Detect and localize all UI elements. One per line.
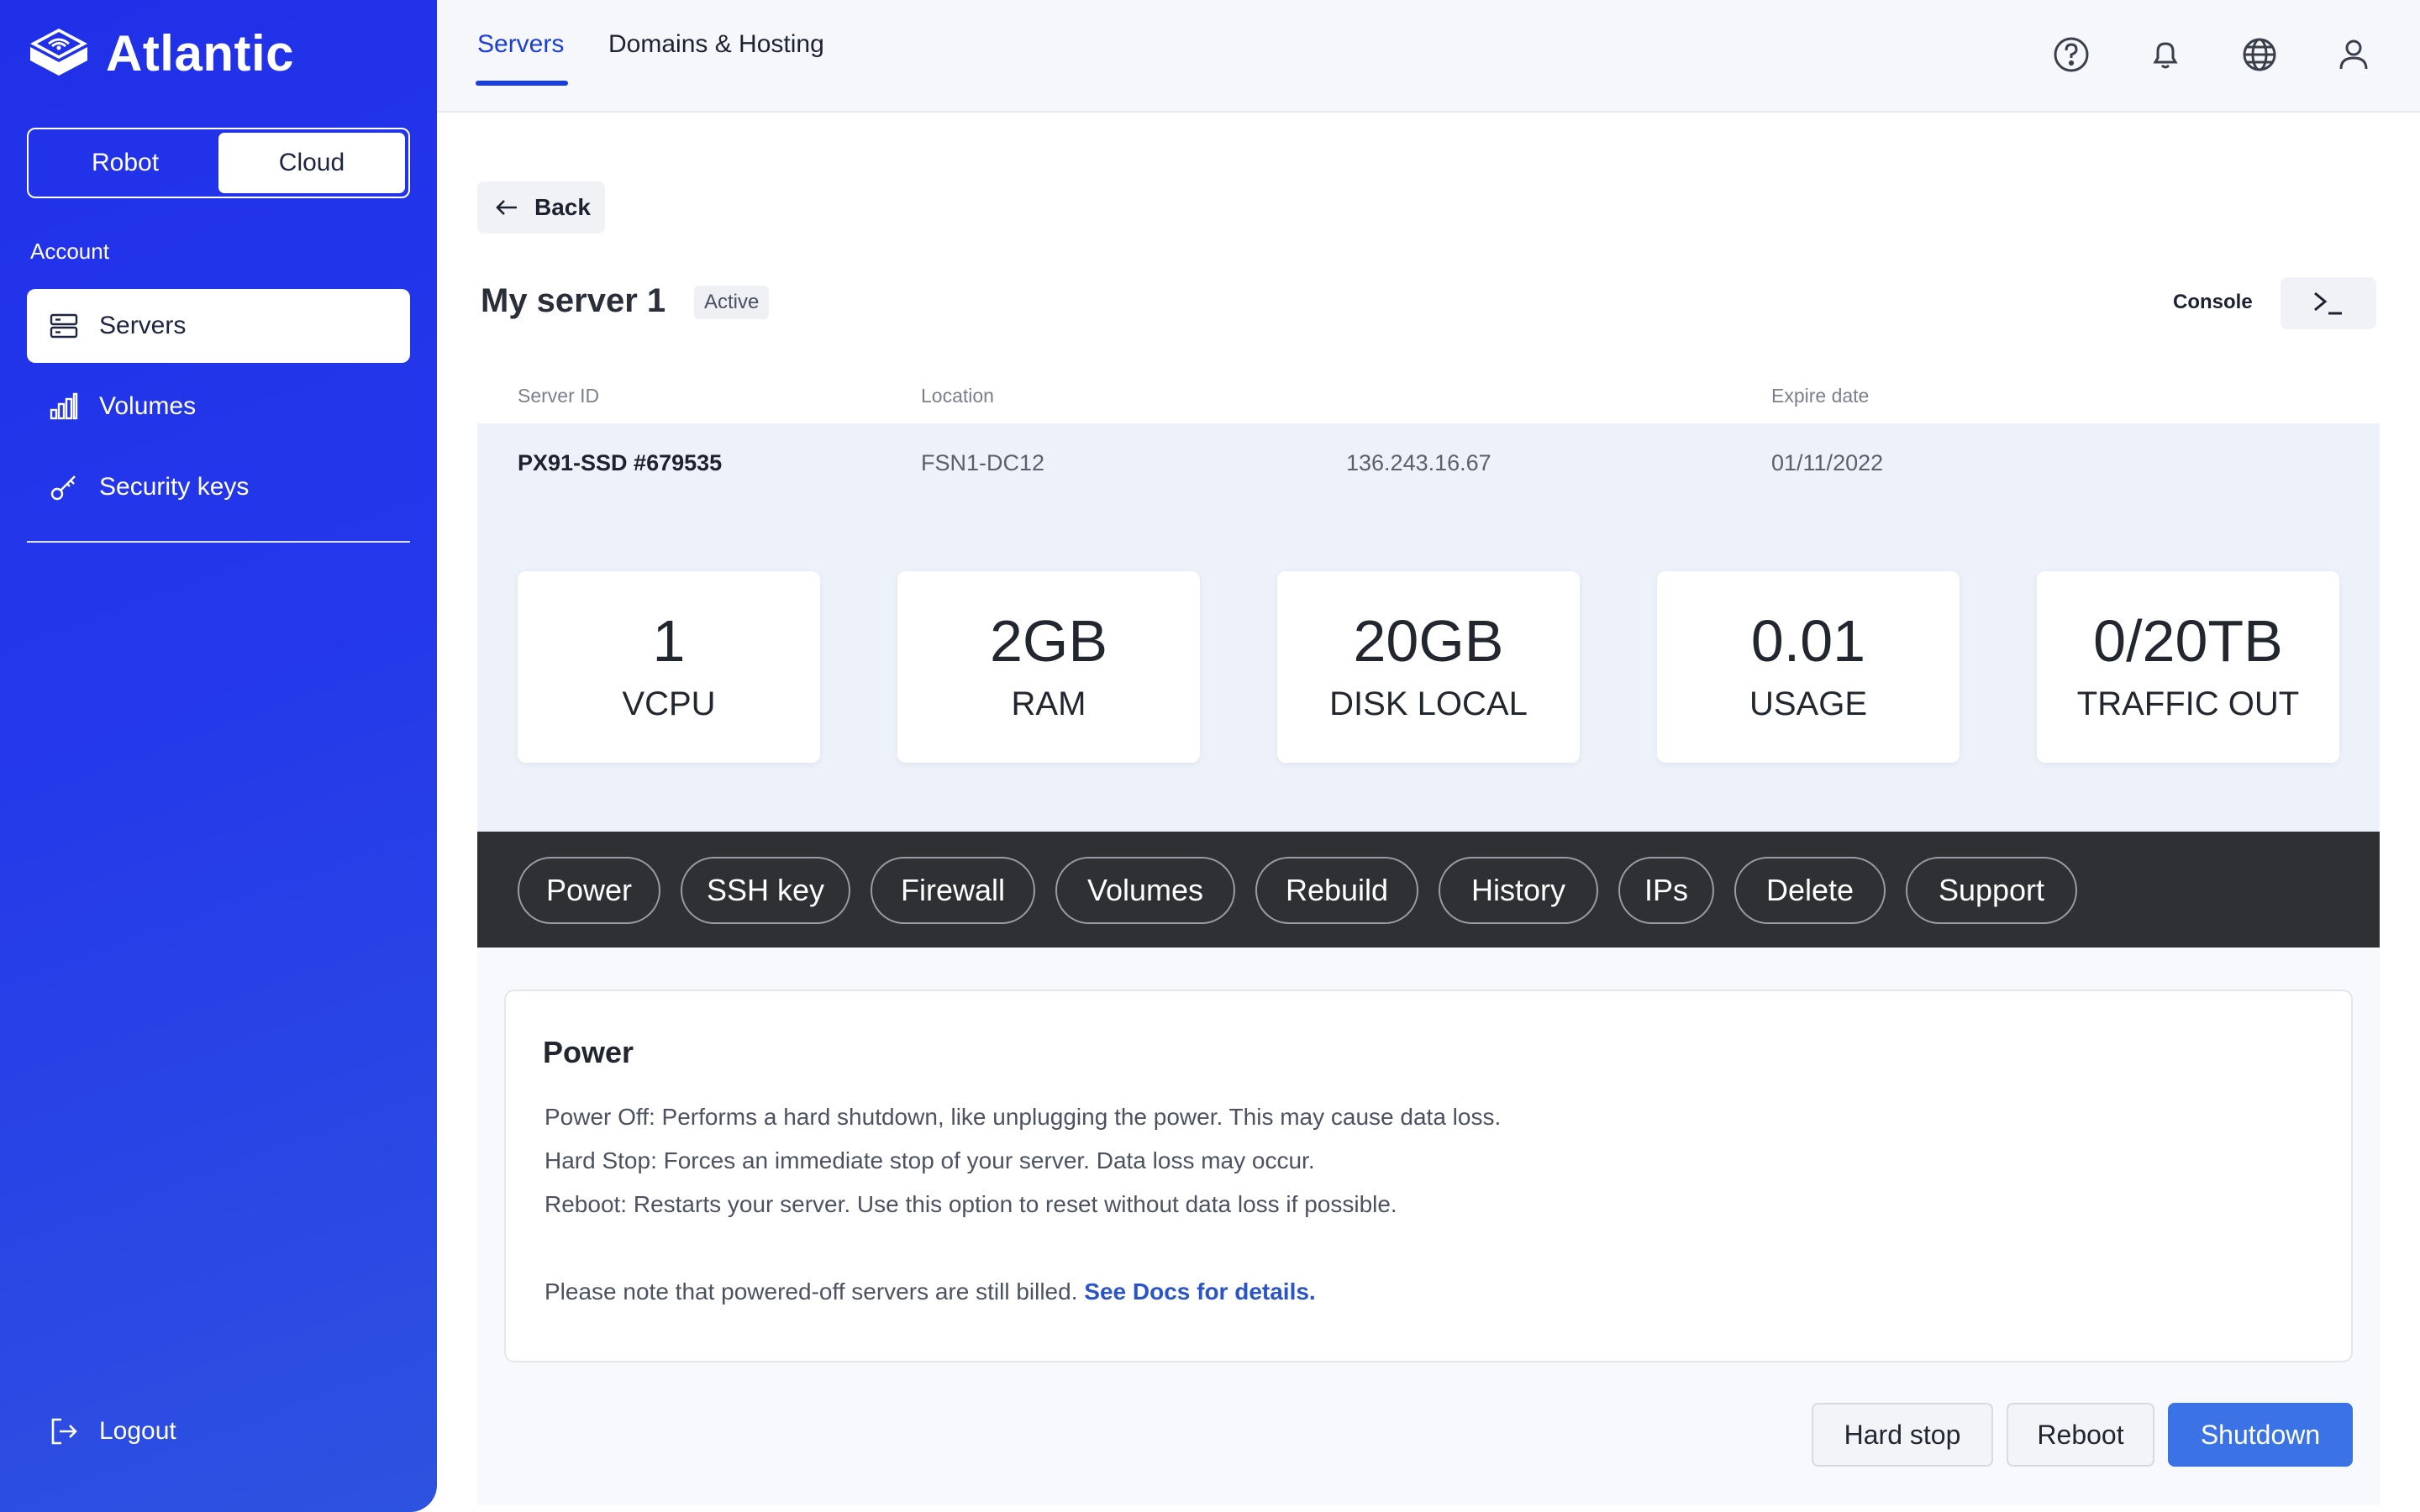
switch-option-cloud[interactable]: Cloud — [218, 133, 405, 193]
tab-ips[interactable]: IPs — [1618, 857, 1714, 924]
tab-history[interactable]: History — [1439, 857, 1598, 924]
stat-card-vcpu: 1 VCPU — [518, 571, 820, 763]
stat-card-ram: 2GB RAM — [897, 571, 1200, 763]
server-icon — [47, 309, 81, 343]
hard-stop-description: Hard Stop: Forces an immediate stop of y… — [544, 1147, 1315, 1173]
billing-note: Please note that powered-off servers are… — [544, 1278, 1316, 1305]
stat-card-usage: 0.01 USAGE — [1657, 571, 1960, 763]
stat-label: USAGE — [1749, 685, 1868, 722]
bar-chart-icon — [47, 390, 81, 423]
active-tab-indicator — [476, 81, 568, 86]
stat-value: 0/20TB — [2093, 608, 2283, 674]
stat-label: VCPU — [622, 685, 716, 722]
location-value: FSN1-DC12 — [921, 450, 1045, 475]
sidebar-item-label: Volumes — [99, 392, 197, 420]
stat-value: 2GB — [989, 608, 1108, 674]
robot-cloud-switch[interactable]: Robot Cloud — [27, 128, 410, 198]
column-header-server-id: Server ID — [518, 385, 600, 407]
tab-delete[interactable]: Delete — [1734, 857, 1886, 924]
account-section-label: Account — [30, 239, 109, 264]
stat-value: 20GB — [1353, 608, 1504, 674]
logout-label: Logout — [99, 1417, 176, 1445]
tab-support[interactable]: Support — [1906, 857, 2077, 924]
shutdown-button[interactable]: Shutdown — [2168, 1403, 2353, 1467]
expire-date-value: 01/11/2022 — [1771, 450, 1884, 475]
sidebar-nav: Servers Volumes Security keys — [27, 289, 410, 531]
stat-value: 1 — [652, 608, 686, 674]
tab-rebuild[interactable]: Rebuild — [1255, 857, 1418, 924]
tab-domains-hosting[interactable]: Domains & Hosting — [608, 30, 824, 59]
globe-icon[interactable] — [2238, 34, 2281, 76]
switch-option-robot[interactable]: Robot — [32, 133, 218, 193]
key-icon — [47, 470, 81, 504]
tab-power[interactable]: Power — [518, 857, 660, 924]
sidebar: Atlantic Robot Cloud Account Servers Vol… — [0, 0, 437, 1512]
power-title: Power — [543, 1035, 634, 1069]
stat-label: DISK LOCAL — [1329, 685, 1528, 722]
sidebar-item-label: Servers — [99, 312, 187, 339]
sidebar-item-security-keys[interactable]: Security keys — [27, 450, 410, 524]
help-icon[interactable] — [2050, 34, 2092, 76]
user-icon[interactable] — [2333, 34, 2375, 76]
stat-value: 0.01 — [1750, 608, 1866, 674]
tab-firewall[interactable]: Firewall — [871, 857, 1035, 924]
tab-servers[interactable]: Servers — [477, 30, 564, 59]
sidebar-divider — [27, 541, 410, 543]
column-header-expire-date: Expire date — [1771, 385, 1870, 407]
logout-button[interactable]: Logout — [47, 1415, 176, 1448]
brand-name: Atlantic — [106, 24, 295, 81]
stat-label: TRAFFIC OUT — [2076, 685, 2300, 722]
terminal-icon — [2314, 291, 2342, 315]
server-name: My server 1 — [481, 282, 666, 319]
bell-icon[interactable] — [2144, 34, 2186, 76]
column-header-location: Location — [921, 385, 994, 407]
stat-label: RAM — [1011, 685, 1086, 722]
tab-ssh-key[interactable]: SSH key — [681, 857, 850, 924]
hard-stop-button[interactable]: Hard stop — [1812, 1403, 1993, 1467]
docs-link[interactable]: See Docs for details. — [1084, 1278, 1315, 1305]
brand-logo[interactable]: Atlantic — [25, 24, 294, 82]
atlantic-logo-icon — [30, 29, 87, 76]
power-card — [504, 990, 2353, 1362]
tab-volumes[interactable]: Volumes — [1055, 857, 1235, 924]
power-off-description: Power Off: Performs a hard shutdown, lik… — [544, 1104, 1502, 1130]
reboot-button[interactable]: Reboot — [2007, 1403, 2154, 1467]
stat-card-disk: 20GB DISK LOCAL — [1277, 571, 1580, 763]
ip-address-value: 136.243.16.67 — [1346, 450, 1491, 475]
reboot-description: Reboot: Restarts your server. Use this o… — [544, 1191, 1397, 1217]
status-badge: Active — [694, 286, 770, 319]
console-button[interactable] — [2281, 277, 2376, 329]
arrow-left-icon — [496, 200, 517, 215]
sidebar-item-servers[interactable]: Servers — [27, 289, 410, 363]
console-label[interactable]: Console — [2173, 291, 2253, 314]
logout-icon — [51, 1418, 77, 1445]
billing-note-text: Please note that powered-off servers are… — [544, 1278, 1078, 1305]
sidebar-item-label: Security keys — [99, 473, 250, 501]
sidebar-item-volumes[interactable]: Volumes — [27, 370, 410, 444]
back-button[interactable]: Back — [477, 181, 605, 234]
back-label: Back — [534, 194, 591, 220]
server-id-value: PX91-SSD #679535 — [518, 450, 723, 475]
stat-card-traffic: 0/20TB TRAFFIC OUT — [2037, 571, 2339, 763]
